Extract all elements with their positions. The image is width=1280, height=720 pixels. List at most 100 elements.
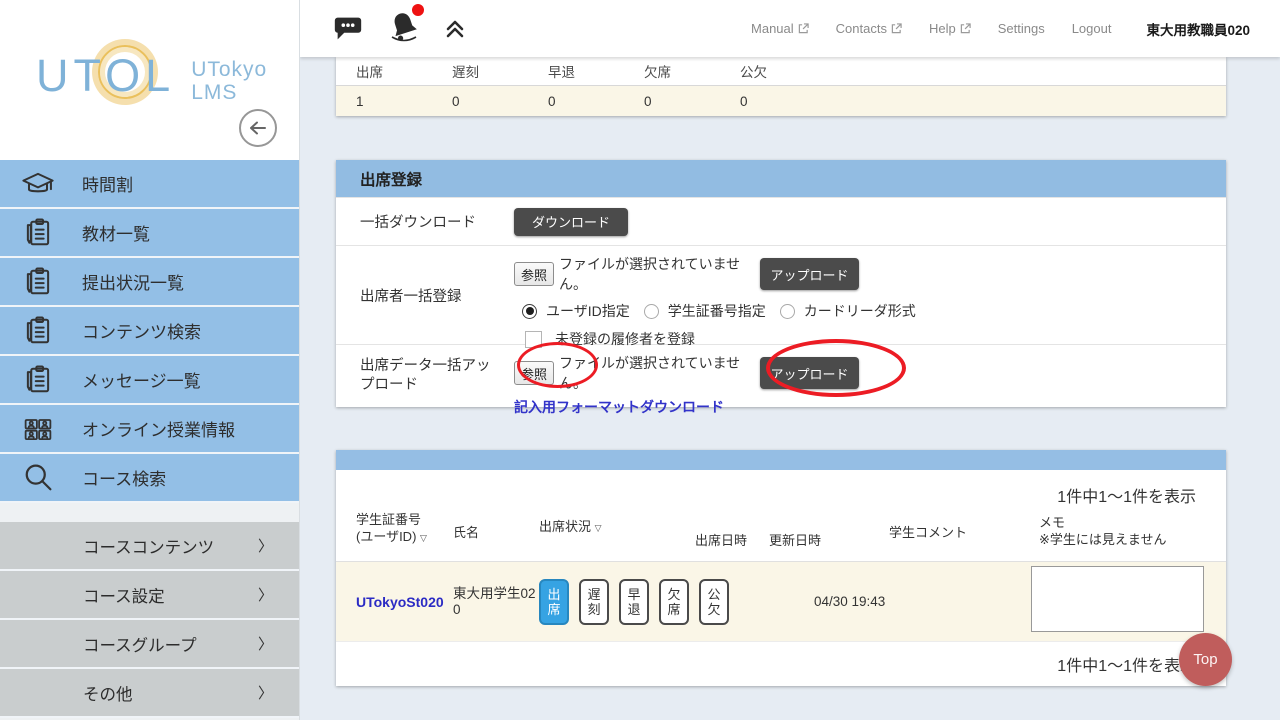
stats-header-late: 遅刻 xyxy=(432,61,528,81)
bulk-register-row: 出席者一括登録 参照 ファイルが選択されていません。 アップロード ユーザID指… xyxy=(336,245,1226,344)
help-link-label: Help xyxy=(929,21,956,36)
stats-header-excused: 公欠 xyxy=(720,61,816,81)
radio-user-id-label: ユーザID指定 xyxy=(546,301,630,321)
list-column-headers: 学生証番号 (ユーザID) ▽ 氏名 出席状況 ▽ 出席日時 更新日時 学生コメ… xyxy=(336,507,1226,561)
utol-logo-text: UTOL xyxy=(36,50,175,102)
browse-button[interactable]: 参照 xyxy=(514,361,554,385)
student-name: 東大用学生020 xyxy=(453,586,537,618)
manual-link-label: Manual xyxy=(751,21,794,36)
topbar-links: Manual Contacts Help Settings Logout 東大用… xyxy=(751,19,1250,39)
radio-student-number[interactable] xyxy=(644,304,659,319)
topbar: Manual Contacts Help Settings Logout 東大用… xyxy=(300,0,1280,57)
sidebar-item-online-class-info[interactable]: オンライン授業情報 xyxy=(0,405,299,454)
memo-textarea[interactable] xyxy=(1031,566,1204,632)
sidebar-item-timetable[interactable]: 時間割 xyxy=(0,160,299,209)
scroll-to-top-button[interactable]: Top xyxy=(1179,633,1232,686)
status-button-late[interactable]: 遅刻 xyxy=(579,579,609,625)
chevron-right-icon: 〉 xyxy=(258,584,273,605)
sidebar-primary-menu: 時間割 教材一覧 提出状況一覧 コンテンツ検索 xyxy=(0,160,299,503)
radio-card-reader[interactable] xyxy=(780,304,795,319)
sidebar-item-course-contents[interactable]: コースコンテンツ 〉 xyxy=(0,522,299,571)
clipboard-icon xyxy=(20,264,56,300)
stats-header-early-leave: 早退 xyxy=(528,61,624,81)
external-link-icon xyxy=(798,23,809,34)
logout-link[interactable]: Logout xyxy=(1072,21,1112,36)
attendance-register-panel: 出席登録 一括ダウンロード ダウンロード 出席者一括登録 参照 ファイルが選択さ… xyxy=(336,160,1226,407)
student-id-link[interactable]: UTokyoSt020 xyxy=(356,594,453,610)
contacts-link[interactable]: Contacts xyxy=(836,21,902,36)
stats-value-absent: 0 xyxy=(624,94,720,109)
sidebar-item-label: オンライン授業情報 xyxy=(82,416,235,441)
help-link[interactable]: Help xyxy=(929,21,971,36)
list-footer: 1件中1〜1件を表示 xyxy=(336,641,1226,686)
stats-value-excused: 0 xyxy=(720,94,816,109)
upload-button[interactable]: アップロード xyxy=(760,258,859,290)
sidebar-item-label: 教材一覧 xyxy=(82,220,150,245)
upload-button[interactable]: アップロード xyxy=(760,357,859,389)
status-button-absent[interactable]: 欠席 xyxy=(659,579,689,625)
search-icon xyxy=(20,460,56,496)
sidebar-item-label: コースグループ xyxy=(83,632,197,656)
clipboard-icon xyxy=(20,215,56,251)
download-button[interactable]: ダウンロード xyxy=(514,208,628,236)
sidebar-item-label: コース設定 xyxy=(83,583,165,607)
utol-logo: UTOL UTokyo LMS xyxy=(36,50,267,104)
notification-bell-button[interactable] xyxy=(386,8,422,49)
sidebar-logo-area: UTOL UTokyo LMS xyxy=(0,0,299,160)
chevron-right-icon: 〉 xyxy=(258,633,273,654)
format-download-link[interactable]: 記入用フォーマットダウンロード xyxy=(514,397,724,417)
section-title: 出席登録 xyxy=(336,160,1226,197)
chat-bubble-icon[interactable] xyxy=(332,15,364,42)
bulk-register-label: 出席者一括登録 xyxy=(336,246,514,344)
sidebar-item-label: コースコンテンツ xyxy=(83,534,214,558)
manual-link[interactable]: Manual xyxy=(751,21,809,36)
clipboard-icon xyxy=(20,313,56,349)
sidebar-item-course-group[interactable]: コースグループ 〉 xyxy=(0,620,299,669)
contacts-link-label: Contacts xyxy=(836,21,887,36)
sidebar-item-content-search[interactable]: コンテンツ検索 xyxy=(0,307,299,356)
list-header-bar xyxy=(336,450,1226,470)
file-status-text: ファイルが選択されていません。 xyxy=(559,254,760,294)
radio-user-id[interactable] xyxy=(522,304,537,319)
sidebar-item-submission-status[interactable]: 提出状況一覧 xyxy=(0,258,299,307)
status-button-excused[interactable]: 公欠 xyxy=(699,579,729,625)
pagination-info-top: 1件中1〜1件を表示 xyxy=(336,470,1226,507)
sidebar-menu-divider xyxy=(0,503,299,522)
clipboard-icon xyxy=(20,362,56,398)
sidebar-item-label: コンテンツ検索 xyxy=(82,318,201,343)
sidebar-item-label: 提出状況一覧 xyxy=(82,269,184,294)
settings-link[interactable]: Settings xyxy=(998,21,1045,36)
column-updated-at: 更新日時 xyxy=(769,530,889,551)
column-student-id[interactable]: 学生証番号 (ユーザID) ▽ xyxy=(356,511,453,547)
sidebar-item-materials[interactable]: 教材一覧 xyxy=(0,209,299,258)
sidebar-item-messages[interactable]: メッセージ一覧 xyxy=(0,356,299,405)
status-button-early-leave[interactable]: 早退 xyxy=(619,579,649,625)
column-memo: メモ ※学生には見えません xyxy=(1039,514,1226,548)
data-upload-row: 出席データ一括アップロード 参照 ファイルが選択されていません。 アップロード … xyxy=(336,344,1226,407)
attendance-stats-table: 出席 遅刻 早退 欠席 公欠 1 0 0 0 0 xyxy=(336,57,1226,116)
sidebar-item-course-search[interactable]: コース検索 xyxy=(0,454,299,503)
sidebar-item-label: コース検索 xyxy=(82,465,166,490)
student-attendance-list: 1件中1〜1件を表示 学生証番号 (ユーザID) ▽ 氏名 出席状況 ▽ 出席日… xyxy=(336,450,1226,686)
sidebar-item-label: メッセージ一覧 xyxy=(82,367,201,392)
sidebar-item-label: 時間割 xyxy=(82,171,133,196)
column-status[interactable]: 出席状況 ▽ xyxy=(539,511,695,535)
radio-card-reader-label: カードリーダ形式 xyxy=(804,301,916,321)
external-link-icon xyxy=(891,23,902,34)
stats-value-row: 1 0 0 0 0 xyxy=(336,86,1226,116)
browse-button[interactable]: 参照 xyxy=(514,262,554,286)
logout-link-label: Logout xyxy=(1072,21,1112,36)
notification-badge xyxy=(412,4,424,16)
graduation-cap-icon xyxy=(20,166,56,202)
online-class-grid-icon xyxy=(20,411,56,447)
sidebar-item-course-settings[interactable]: コース設定 〉 xyxy=(0,571,299,620)
arrow-left-icon xyxy=(245,115,271,141)
column-attended-at: 出席日時 xyxy=(695,530,769,551)
sort-indicator-icon: ▽ xyxy=(420,533,427,543)
stats-value-late: 0 xyxy=(432,94,528,109)
double-chevron-up-icon[interactable] xyxy=(444,19,466,39)
file-status-text: ファイルが選択されていません。 xyxy=(559,353,760,393)
status-button-present[interactable]: 出席 xyxy=(539,579,569,625)
sidebar-collapse-button[interactable] xyxy=(239,109,277,147)
sidebar-item-others[interactable]: その他 〉 xyxy=(0,669,299,718)
